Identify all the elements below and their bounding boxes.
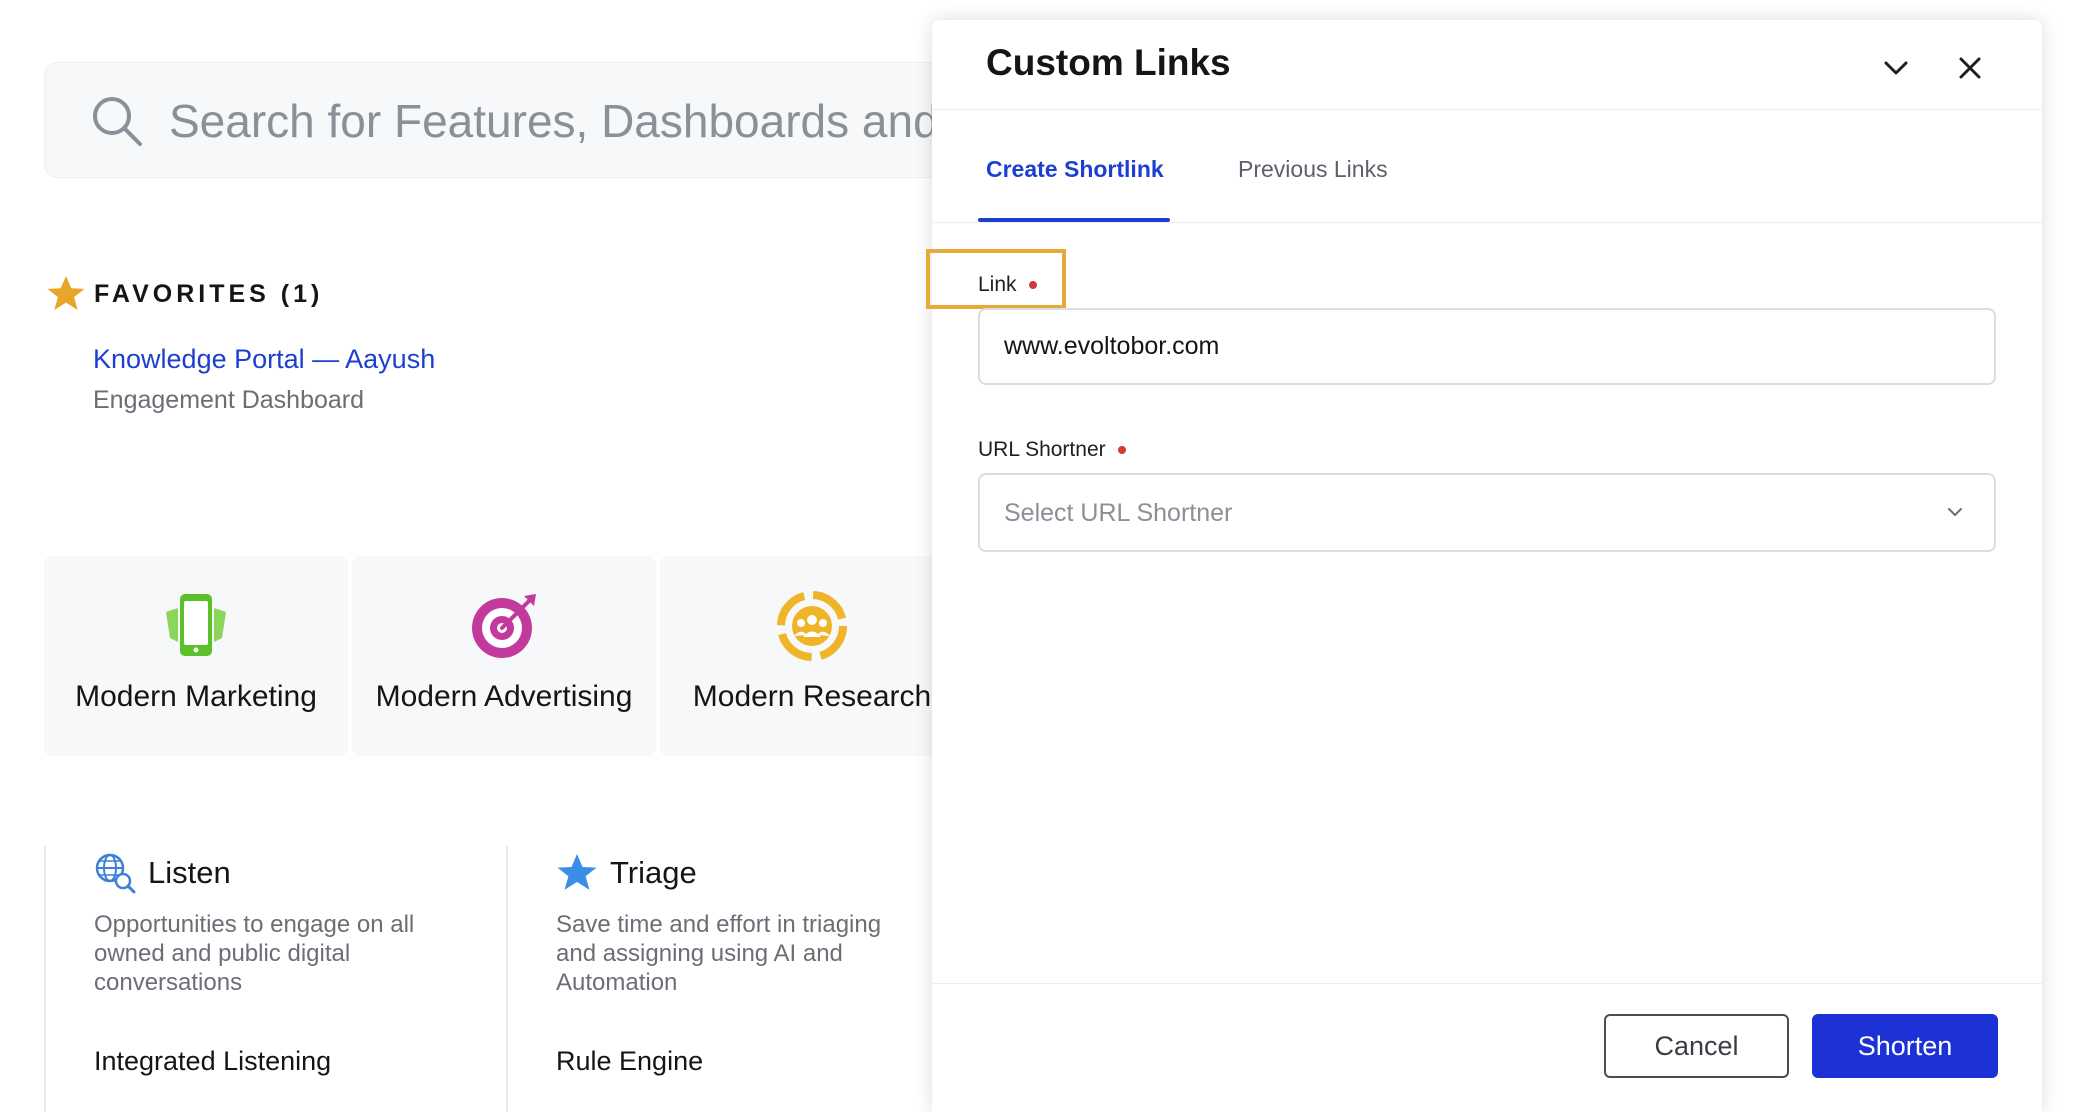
required-indicator (1117, 446, 1126, 454)
cancel-button[interactable]: Cancel (1604, 1014, 1789, 1078)
panel-title: Custom Links (986, 42, 1231, 83)
module-tile-label: Modern Research (692, 680, 932, 713)
module-tile-marketing[interactable]: Modern Marketing (44, 556, 348, 756)
active-tab-indicator (978, 218, 1170, 222)
search-input[interactable] (169, 85, 1049, 157)
url-shortner-label: URL Shortner (978, 438, 1126, 462)
tab-create-shortlink[interactable]: Create Shortlink (986, 156, 1164, 183)
shorten-button[interactable]: Shorten (1812, 1014, 1998, 1078)
search-icon (93, 97, 142, 146)
research-icon (777, 591, 847, 661)
feature-title: Triage (610, 855, 697, 890)
module-tiles: Modern Marketing Modern Advertising Mode… (44, 556, 964, 756)
favorite-star-icon (47, 276, 85, 310)
feature-link[interactable]: Rule Engine (556, 1046, 703, 1077)
required-indicator (1028, 281, 1037, 289)
panel-header: Custom Links (932, 20, 2042, 110)
globe-search-icon (95, 853, 136, 894)
feature-listen: Listen Opportunities to engage on all ow… (44, 846, 504, 1112)
custom-links-panel: Custom Links Create Shortlink Previous L… (926, 20, 2042, 1112)
favorite-subtitle: Engagement Dashboard (93, 386, 365, 414)
link-label: Link (978, 273, 1037, 297)
feature-title: Listen (148, 855, 231, 890)
url-shortner-label-text: URL Shortner (978, 438, 1106, 461)
favorite-link[interactable]: Knowledge Portal — Aayush (93, 344, 435, 375)
panel-tabs: Create Shortlink Previous Links (932, 110, 2042, 223)
feature-link[interactable]: Integrated Listening (94, 1046, 331, 1077)
close-icon[interactable] (1950, 48, 1990, 88)
link-label-text: Link (978, 273, 1017, 296)
favorites-header: FAVORITES (1) (46, 274, 323, 314)
target-icon (472, 594, 536, 658)
module-tile-label: Modern Marketing (75, 680, 317, 713)
chevron-down-icon (1948, 508, 1962, 516)
module-tile-label: Modern Advertising (375, 680, 633, 713)
url-shortner-select[interactable]: Select URL Shortner (978, 473, 1996, 552)
phone-icon (166, 594, 226, 656)
module-tile-advertising[interactable]: Modern Advertising (352, 556, 656, 756)
select-placeholder: Select URL Shortner (1004, 499, 1233, 527)
feature-description: Opportunities to engage on all owned and… (94, 911, 415, 996)
feature-head: Listen (94, 852, 231, 894)
tab-previous-links[interactable]: Previous Links (1238, 156, 1388, 183)
star-icon (557, 854, 597, 890)
favorites-title: FAVORITES (1) (94, 279, 324, 308)
chevron-down-icon[interactable] (1876, 48, 1916, 88)
feature-head: Triage (556, 852, 697, 894)
link-input[interactable] (978, 308, 1996, 385)
search-bar[interactable] (44, 62, 1064, 178)
panel-footer: Cancel Shorten (932, 983, 2042, 1112)
feature-triage: Triage Save time and effort in triaging … (506, 846, 936, 1112)
module-tile-research[interactable]: Modern Research (660, 556, 964, 756)
feature-description: Save time and effort in triaging and ass… (556, 911, 882, 996)
